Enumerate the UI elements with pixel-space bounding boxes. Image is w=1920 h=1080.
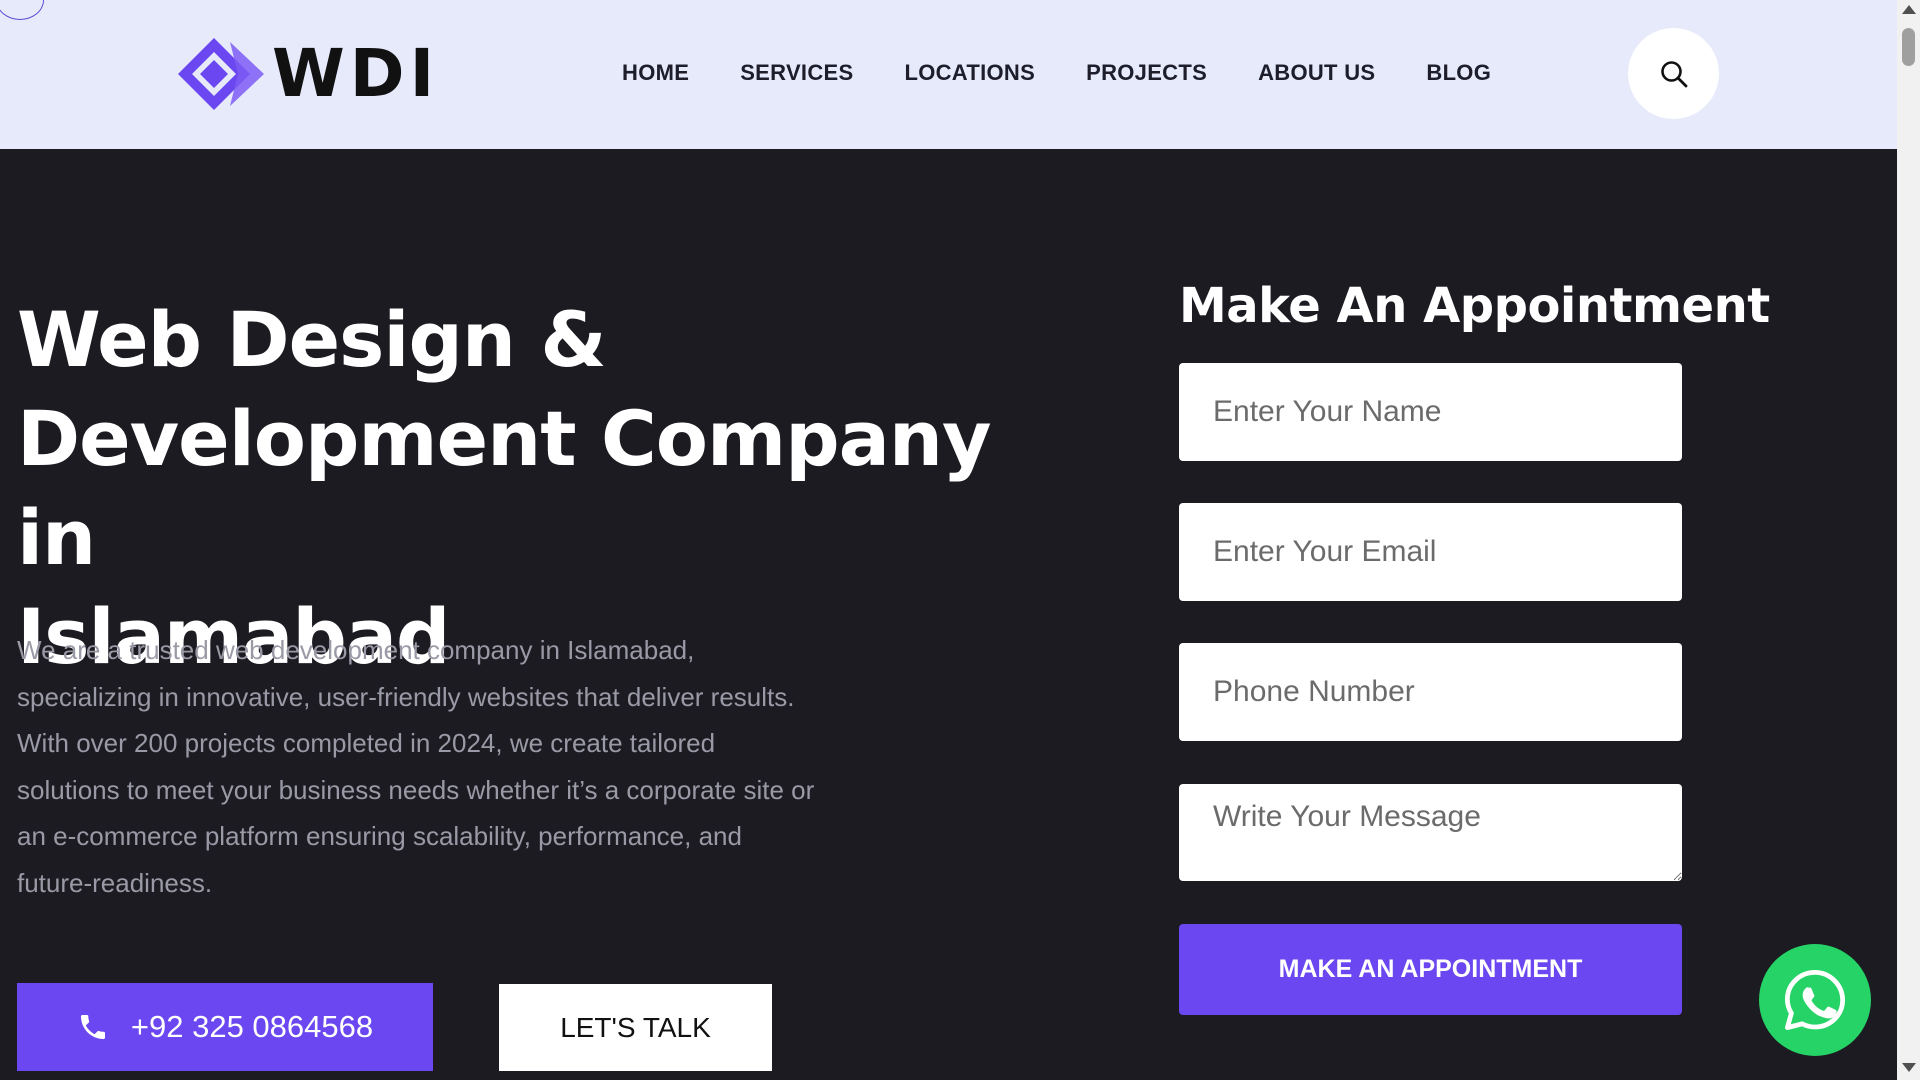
nav-services[interactable]: SERVICES (740, 60, 853, 86)
search-button[interactable] (1628, 28, 1719, 119)
phone-icon (80, 1015, 105, 1039)
nav-home[interactable]: HOME (622, 60, 689, 86)
whatsapp-icon (1784, 969, 1846, 1031)
nav-locations[interactable]: LOCATIONS (904, 60, 1035, 86)
hero-title-line-2: Development Company in (17, 394, 992, 582)
nav-about-us[interactable]: ABOUT US (1258, 60, 1375, 86)
hero-title-line-1: Web Design & (17, 295, 607, 384)
logo-text: WDI (272, 35, 440, 112)
hero-description: We are a trusted web development company… (17, 635, 815, 898)
phone-number: +92 325 0864568 (130, 1009, 374, 1044)
cursor-indicator (0, 0, 44, 20)
call-phone-button[interactable]: +92 325 0864568 (17, 983, 433, 1071)
email-field[interactable] (1179, 503, 1682, 601)
whatsapp-button[interactable] (1759, 944, 1871, 1056)
lets-talk-button[interactable]: LET'S TALK (499, 984, 772, 1071)
scrollbar[interactable] (1897, 0, 1920, 1080)
message-field[interactable] (1179, 784, 1682, 881)
appointment-form-title: Make An Appointment (1179, 278, 1770, 334)
nav-projects[interactable]: PROJECTS (1086, 60, 1207, 86)
page: WDI HOME SERVICES LOCATIONS PROJECTS ABO… (0, 0, 1920, 1080)
scroll-thumb[interactable] (1902, 28, 1915, 66)
make-appointment-button[interactable]: MAKE AN APPOINTMENT (1179, 924, 1682, 1015)
scroll-up-arrow[interactable] (1902, 5, 1916, 14)
nav-blog[interactable]: BLOG (1426, 60, 1491, 86)
site-header: WDI HOME SERVICES LOCATIONS PROJECTS ABO… (0, 0, 1897, 149)
phone-field[interactable] (1179, 643, 1682, 741)
name-field[interactable] (1179, 363, 1682, 461)
search-icon (1660, 60, 1687, 87)
logo-icon (178, 38, 264, 110)
scroll-down-arrow[interactable] (1902, 1063, 1916, 1072)
logo[interactable]: WDI (176, 36, 439, 112)
main-nav: HOME SERVICES LOCATIONS PROJECTS ABOUT U… (622, 60, 1491, 86)
